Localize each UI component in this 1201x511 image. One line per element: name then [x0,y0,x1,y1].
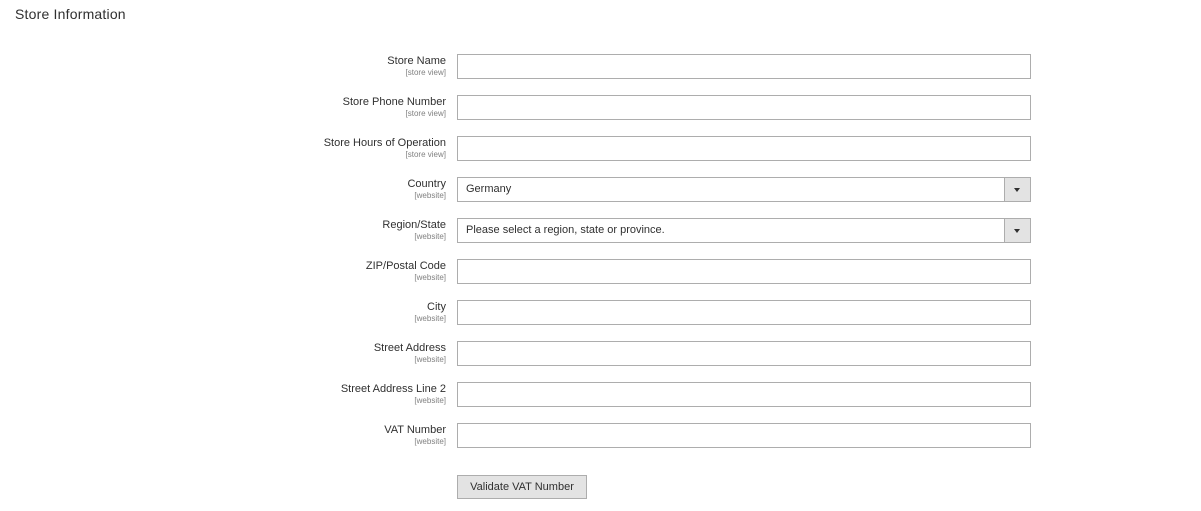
field-label-group: Store Name [store view] [146,54,446,78]
field-scope: [website] [414,355,446,364]
field-row-zip-postal-code: ZIP/Postal Code [website] [0,259,1201,300]
store-hours-input[interactable] [457,136,1031,161]
field-scope: [website] [414,396,446,405]
store-phone-number-input[interactable] [457,95,1031,120]
select-value: Germany [466,183,512,195]
field-label-group: City [website] [146,300,446,324]
field-label-group: Country [website] [146,177,446,201]
section-title: Store Information [15,6,126,22]
field-label: Store Phone Number [342,96,446,108]
field-row-street-address: Street Address [website] [0,341,1201,382]
field-label: Street Address Line 2 [340,383,446,395]
field-scope: [website] [414,273,446,282]
field-scope: [website] [414,191,446,200]
field-label: Store Name [387,55,446,67]
field-row-vat-number: VAT Number [website] [0,423,1201,464]
field-label: ZIP/Postal Code [365,260,446,272]
field-label: VAT Number [384,424,446,436]
validate-vat-number-button[interactable]: Validate VAT Number [457,475,587,499]
city-input[interactable] [457,300,1031,325]
street-address-input[interactable] [457,341,1031,366]
field-scope: [store view] [405,109,446,118]
street-address-line-2-input[interactable] [457,382,1031,407]
zip-postal-code-input[interactable] [457,259,1031,284]
chevron-down-icon [1014,229,1020,233]
field-label-group: ZIP/Postal Code [website] [146,259,446,283]
field-row-store-name: Store Name [store view] [0,54,1201,95]
field-label-group: Store Phone Number [store view] [146,95,446,119]
field-label-group: VAT Number [website] [146,423,446,447]
field-label: Country [407,178,446,190]
chevron-down-icon [1014,188,1020,192]
field-label-group: Store Hours of Operation [store view] [146,136,446,160]
region-state-select[interactable]: Please select a region, state or provinc… [457,218,1031,243]
field-row-region-state: Region/State [website] Please select a r… [0,218,1201,259]
country-select[interactable]: Germany [457,177,1031,202]
vat-number-input[interactable] [457,423,1031,448]
field-row-city: City [website] [0,300,1201,341]
field-label-group: Street Address [website] [146,341,446,365]
field-label: City [427,301,446,313]
field-scope: [website] [414,437,446,446]
field-row-store-phone-number: Store Phone Number [store view] [0,95,1201,136]
field-label: Store Hours of Operation [323,137,446,149]
field-label: Street Address [373,342,446,354]
store-name-input[interactable] [457,54,1031,79]
field-row-store-hours: Store Hours of Operation [store view] [0,136,1201,177]
field-row-country: Country [website] Germany [0,177,1201,218]
select-arrow-button[interactable] [1004,219,1030,242]
field-label: Region/State [382,219,446,231]
select-arrow-button[interactable] [1004,178,1030,201]
field-label-group: Street Address Line 2 [website] [146,382,446,406]
field-scope: [website] [414,232,446,241]
field-label-group: Region/State [website] [146,218,446,242]
field-scope: [website] [414,314,446,323]
field-row-street-address-line-2: Street Address Line 2 [website] [0,382,1201,423]
select-value: Please select a region, state or provinc… [466,224,665,236]
field-scope: [store view] [405,150,446,159]
store-information-form: Store Name [store view] Store Phone Numb… [0,54,1201,464]
field-scope: [store view] [405,68,446,77]
